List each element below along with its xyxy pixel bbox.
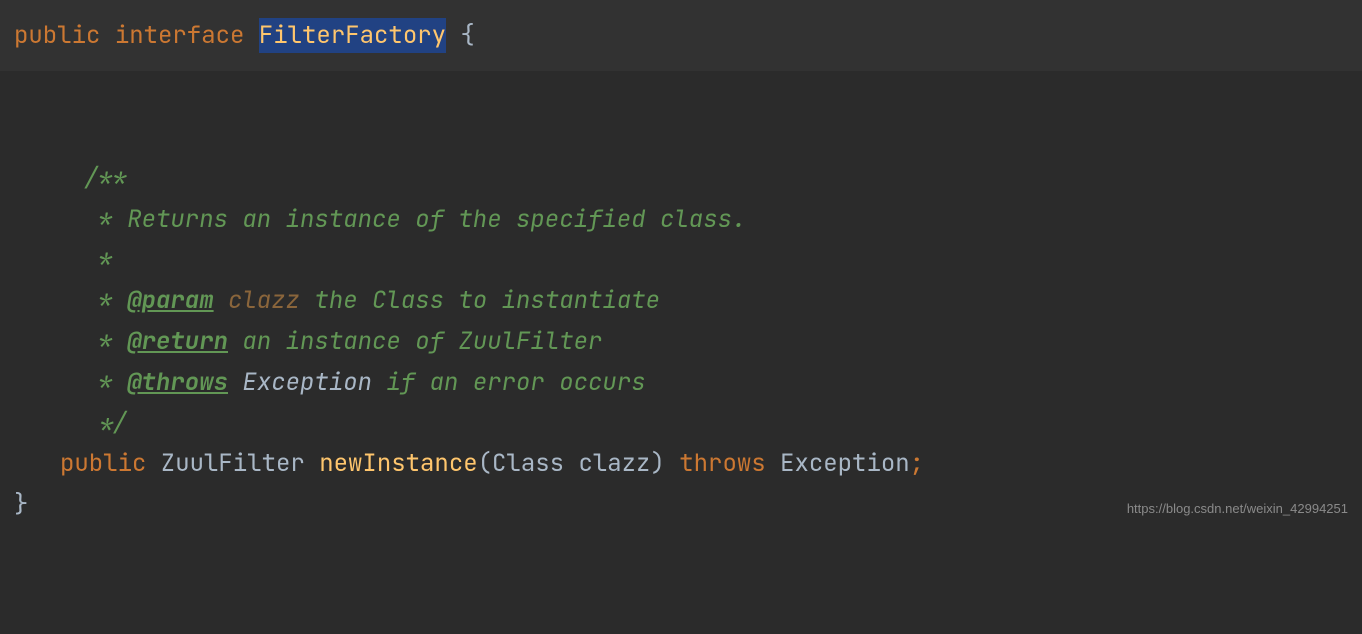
method-name: newInstance: [319, 448, 477, 479]
blank-line: [0, 115, 1362, 159]
javadoc-return[interactable]: * @return an instance of ZuulFilter: [0, 322, 1362, 363]
exception-type: Exception: [766, 448, 910, 479]
return-type: ZuulFilter: [146, 448, 319, 479]
close-brace: }: [14, 489, 28, 520]
keyword-throws: throws: [679, 448, 765, 479]
javadoc-empty[interactable]: *: [0, 240, 1362, 281]
interface-name-highlighted[interactable]: FilterFactory: [259, 18, 446, 53]
watermark: https://blog.csdn.net/weixin_42994251: [1127, 498, 1348, 520]
open-brace: {: [446, 20, 475, 51]
keyword-public: public: [60, 448, 146, 479]
javadoc-open[interactable]: /**: [0, 159, 1362, 200]
keyword-interface: interface: [115, 20, 245, 51]
javadoc-close[interactable]: */: [0, 404, 1362, 445]
doc-throws-class: Exception: [228, 367, 372, 398]
javadoc-param[interactable]: * @param clazz the Class to instantiate: [0, 281, 1362, 322]
doc-tag-param: @param: [127, 285, 213, 316]
javadoc-throws[interactable]: * @throws Exception if an error occurs: [0, 363, 1362, 404]
param-type: Class: [492, 448, 578, 479]
semicolon: ;: [910, 448, 924, 479]
doc-tag-throws: @throws: [127, 367, 228, 398]
code-editor[interactable]: public interface FilterFactory { /** * R…: [0, 0, 1362, 526]
method-declaration[interactable]: public ZuulFilter newInstance(Class claz…: [0, 444, 1362, 485]
javadoc-desc[interactable]: * Returns an instance of the specified c…: [0, 200, 1362, 241]
blank-line: [0, 71, 1362, 115]
param-name: clazz: [578, 448, 650, 479]
doc-tag-return: @return: [127, 326, 228, 357]
keyword-public: public: [14, 20, 100, 51]
code-line-declaration[interactable]: public interface FilterFactory {: [0, 0, 1362, 71]
doc-param-name: clazz: [214, 285, 300, 316]
